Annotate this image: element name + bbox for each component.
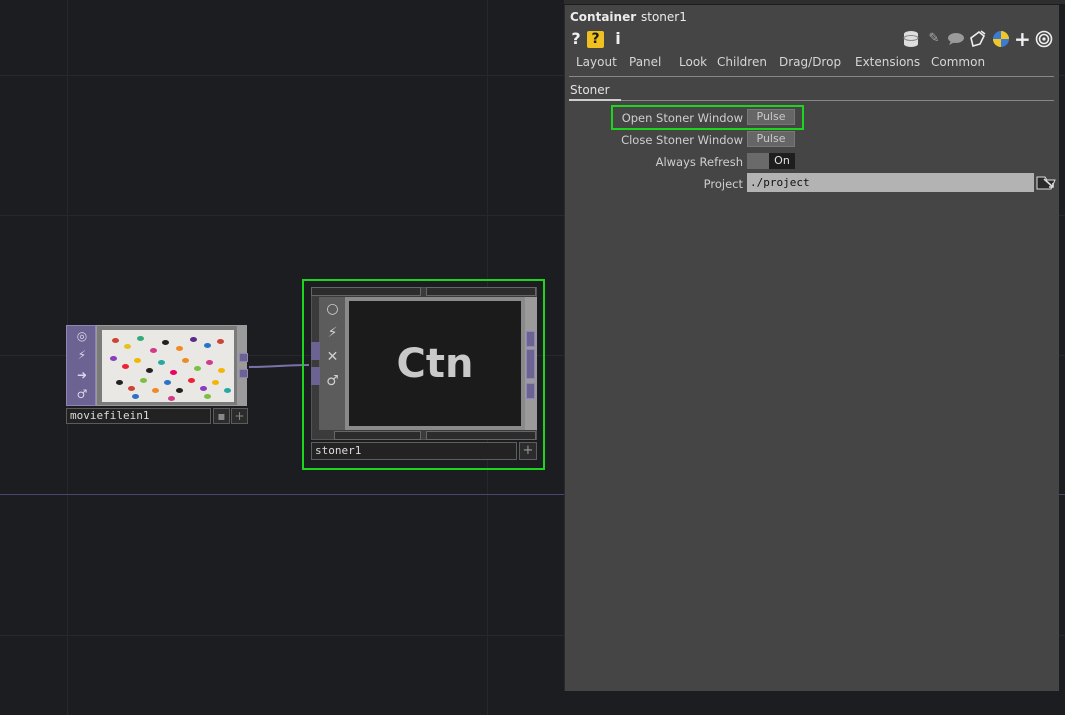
node-tab: [426, 431, 536, 440]
add-icon[interactable]: +: [231, 408, 248, 424]
close-icon[interactable]: ✕: [325, 350, 340, 365]
open-stoner-window-pulse-button[interactable]: Pulse: [747, 109, 795, 125]
tab-drag-drop[interactable]: Drag/Drop: [779, 55, 841, 69]
node-flags-bar: ◎ ⚡ ➜ ♂: [66, 325, 96, 406]
tab-extensions[interactable]: Extensions: [855, 55, 920, 69]
bypass-flag-icon[interactable]: ⚡: [325, 326, 340, 341]
node-tab: [334, 431, 421, 440]
display-flag-icon[interactable]: ▪: [213, 408, 230, 424]
node-flags-bar: ○ ⚡ ✕ ♂: [319, 297, 345, 430]
active-tab-indicator: [569, 99, 621, 101]
param-label-always-refresh: Always Refresh: [655, 155, 743, 169]
tab-children[interactable]: Children: [717, 55, 767, 69]
output-connector[interactable]: [526, 383, 535, 399]
lock-flag-icon[interactable]: ➜: [75, 368, 89, 382]
node-right-bar: [237, 325, 247, 406]
add-icon[interactable]: +: [519, 442, 537, 460]
node-name-field[interactable]: moviefilein1: [66, 408, 211, 424]
panel-top-strip: [564, 0, 1065, 4]
movie-file-in-node[interactable]: ◎ ⚡ ➜ ♂ moviefilein1 ▪ +: [66, 325, 249, 425]
pencil-icon[interactable]: ✎: [926, 30, 942, 48]
param-label-open-stoner-window: Open Stoner Window: [621, 111, 743, 125]
input-connector[interactable]: [311, 342, 320, 360]
container-node[interactable]: ○ ⚡ ✕ ♂ Ctn stoner1 +: [311, 287, 537, 461]
browse-folder-icon[interactable]: [1036, 174, 1056, 191]
connection-wire[interactable]: [249, 360, 309, 372]
clone-flag-icon[interactable]: ♂: [325, 374, 340, 389]
output-connector[interactable]: [526, 349, 535, 379]
input-connector[interactable]: [311, 367, 320, 385]
jellybeans-thumbnail: [102, 330, 234, 402]
clone-icon[interactable]: [970, 30, 986, 48]
add-icon[interactable]: +: [1014, 29, 1031, 49]
divider: [569, 76, 1054, 77]
panel-title: Container stoner1: [570, 10, 687, 24]
divider: [569, 100, 1054, 101]
help-icon[interactable]: ?: [568, 30, 584, 48]
database-icon[interactable]: [903, 30, 919, 48]
viewer-flag-icon[interactable]: ○: [325, 302, 340, 317]
node-name-field[interactable]: stoner1: [311, 442, 517, 460]
viewer-label: Ctn: [396, 340, 474, 387]
output-connector[interactable]: [526, 331, 535, 347]
tab-common[interactable]: Common: [931, 55, 985, 69]
param-label-project: Project: [703, 177, 743, 191]
tab-panel[interactable]: Panel: [629, 55, 661, 69]
comment-icon[interactable]: [947, 30, 964, 48]
parameter-panel: Container stoner1 ? ? i ✎ + Layout Panel…: [564, 5, 1059, 691]
op-help-icon[interactable]: ?: [587, 31, 604, 48]
tab-look[interactable]: Look: [679, 55, 707, 69]
op-name-field[interactable]: stoner1: [641, 10, 687, 24]
toggle-knob: [747, 153, 769, 169]
op-type-label: Container: [570, 10, 637, 24]
output-connector[interactable]: [239, 369, 248, 378]
close-stoner-window-pulse-button[interactable]: Pulse: [747, 131, 795, 147]
tab-layout[interactable]: Layout: [576, 55, 617, 69]
tab-stoner[interactable]: Stoner: [570, 83, 610, 97]
viewer-flag-icon[interactable]: ◎: [75, 329, 89, 343]
param-label-close-stoner-window: Close Stoner Window: [621, 133, 743, 147]
target-icon[interactable]: [1035, 30, 1053, 48]
info-icon[interactable]: i: [610, 30, 626, 48]
node-viewer[interactable]: Ctn: [349, 301, 521, 426]
toggle-state-label: On: [769, 153, 795, 169]
always-refresh-toggle[interactable]: On: [747, 153, 795, 169]
node-tab: [311, 287, 421, 296]
node-viewer-frame: Ctn: [345, 297, 525, 430]
clone-flag-icon[interactable]: ♂: [75, 387, 89, 401]
python-icon[interactable]: [992, 30, 1009, 48]
output-connector[interactable]: [239, 353, 248, 362]
node-tab: [426, 287, 536, 296]
project-path-field[interactable]: ./project: [747, 173, 1034, 192]
bypass-flag-icon[interactable]: ⚡: [75, 348, 89, 362]
